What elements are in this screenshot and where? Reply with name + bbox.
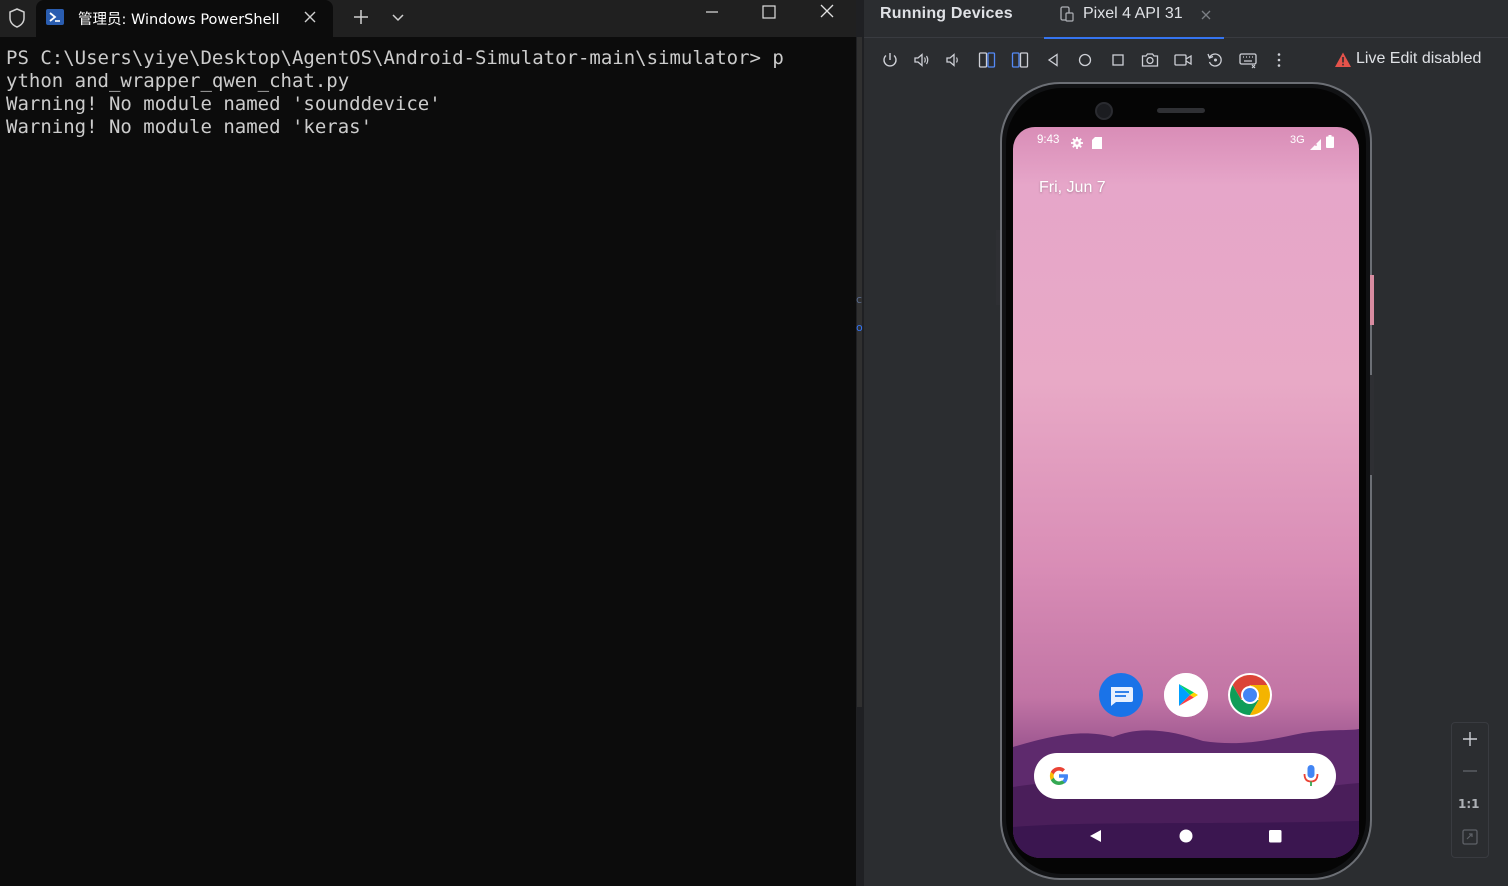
messages-app-icon[interactable] [1099,673,1143,717]
shield-icon[interactable] [8,8,26,28]
sd-card-icon [1092,134,1102,149]
power-button[interactable] [1370,275,1374,325]
close-icon[interactable] [1199,7,1213,21]
device-tab-label: Pixel 4 API 31 [1083,5,1183,22]
screen-record-icon[interactable] [1173,50,1193,70]
close-window-icon[interactable] [799,0,855,30]
volume-button[interactable] [1370,375,1374,475]
zoom-out-icon[interactable] [1460,761,1480,781]
nav-recents-icon[interactable] [1266,827,1284,845]
maximize-icon[interactable] [741,0,797,30]
tab-title: 管理员: Windows PowerShell [78,12,280,28]
signal-icon [1310,135,1322,150]
console-line: Warning! No module named 'keras' [6,116,373,138]
reset-icon[interactable] [1205,50,1225,70]
nav-home-icon[interactable] [1177,827,1195,845]
front-camera [1095,102,1113,120]
power-icon[interactable] [880,50,900,70]
divider-mark: c [856,293,863,306]
live-edit-label: Live Edit disabled [1356,50,1482,67]
minimize-icon[interactable] [684,0,740,30]
zoom-in-icon[interactable] [1460,729,1480,749]
phone-screen[interactable]: 9:43 3G Fri, Jun 7 [1013,127,1359,858]
divider-mark: o [856,321,863,334]
nav-back-icon[interactable] [1086,827,1104,845]
earpiece-speaker [1157,108,1205,113]
panel-title: Running Devices [880,5,1013,22]
network-type: 3G [1290,134,1305,146]
zoom-one-to-one[interactable]: 1:1 [1458,797,1480,811]
zoom-controls: 1:1 [1451,722,1489,858]
volume-down-icon[interactable] [943,50,963,70]
chevron-down-icon[interactable] [390,8,406,26]
camera-icon[interactable] [1140,50,1160,70]
home-icon[interactable] [1075,50,1095,70]
home-date[interactable]: Fri, Jun 7 [1039,179,1106,197]
volume-up-icon[interactable] [912,50,932,70]
console-output[interactable]: PS C:\Users\yiye\Desktop\AgentOS\Android… [6,47,846,139]
tab-device[interactable]: Pixel 4 API 31 [1044,0,1224,39]
device-icon [1060,6,1074,22]
gear-icon [1071,134,1083,149]
mic-icon[interactable] [1301,763,1321,789]
more-icon[interactable] [1269,50,1289,70]
powershell-titlebar: 管理员: Windows PowerShell [0,0,858,37]
google-search-bar[interactable] [1034,753,1336,799]
emulator-toolbar: Live Edit disabled [864,38,1508,80]
close-icon[interactable] [300,7,320,27]
battery-icon [1326,133,1334,148]
fit-screen-icon[interactable] [1460,827,1480,847]
rotate-left-icon[interactable] [977,50,997,70]
google-logo-icon [1046,763,1072,789]
status-time: 9:43 [1037,134,1060,146]
panel-header: Running Devices Pixel 4 API 31 [864,0,1508,39]
console-line: Warning! No module named 'sounddevice' [6,93,441,115]
plus-icon[interactable] [351,7,371,27]
play-store-app-icon[interactable] [1164,673,1208,717]
rotate-right-icon[interactable] [1010,50,1030,70]
scrollbar[interactable] [857,37,862,707]
chrome-app-icon[interactable] [1228,673,1272,717]
powershell-icon [46,9,64,25]
powershell-window: 管理员: Windows PowerShell PS C:\Users\yiye… [0,0,858,886]
back-icon[interactable] [1043,50,1063,70]
console-line: ython and_wrapper_qwen_chat.py [6,70,350,92]
powershell-tab[interactable]: 管理员: Windows PowerShell [36,0,333,37]
keyboard-icon[interactable] [1238,50,1258,70]
overview-icon[interactable] [1108,50,1128,70]
console-line: PS C:\Users\yiye\Desktop\AgentOS\Android… [6,47,784,69]
warning-icon [1334,51,1352,69]
